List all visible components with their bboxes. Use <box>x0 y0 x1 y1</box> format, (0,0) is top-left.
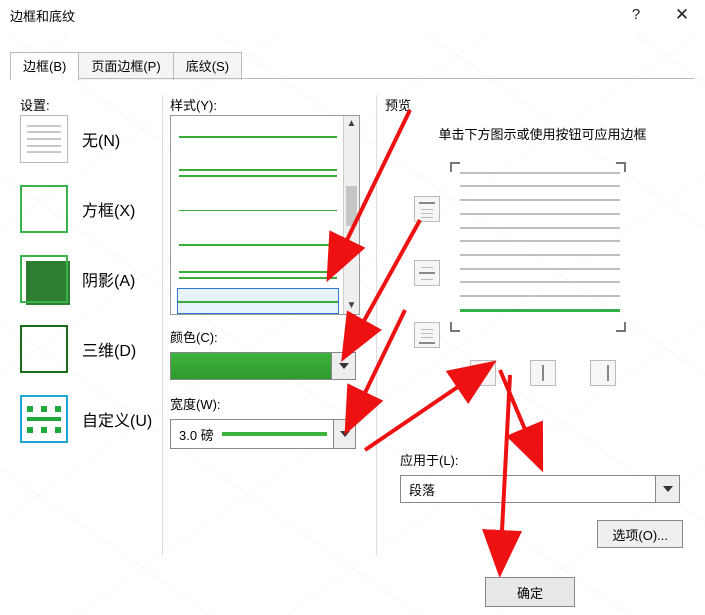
chevron-down-icon <box>663 486 673 492</box>
tab-page-borders[interactable]: 页面边框(P) <box>78 52 173 80</box>
apply-to-row: 应用于(L): 段落 <box>400 450 685 503</box>
titlebar: 边框和底纹 ? ✕ <box>0 0 705 34</box>
edge-vmiddle-button[interactable] <box>530 360 556 386</box>
apply-to-dropdown-button[interactable] <box>655 476 679 502</box>
color-dropdown-button[interactable] <box>332 352 356 380</box>
tab-page-borders-label: 页面边框(P) <box>91 59 160 74</box>
preview-panel: 单击下方图示或使用按钮可应用边框 <box>380 95 685 382</box>
help-button[interactable]: ? <box>613 0 659 30</box>
chevron-down-icon <box>339 363 349 369</box>
style-panel: ▲ ▼ 颜色(C): 宽度(W): 3.0 磅 <box>170 115 360 449</box>
tab-underline <box>10 78 695 79</box>
setting-3d[interactable]: 三维(D) <box>20 325 160 373</box>
apply-to-label: 应用于(L): <box>400 450 685 469</box>
width-label: 宽度(W): <box>170 394 360 413</box>
chevron-down-icon <box>340 431 350 437</box>
setting-3d-thumb <box>20 325 68 373</box>
setting-box[interactable]: 方框(X) <box>20 185 160 233</box>
style-option-1[interactable] <box>179 126 337 148</box>
preview-paragraph[interactable] <box>460 172 620 312</box>
scroll-down-icon[interactable]: ▼ <box>344 298 359 314</box>
edge-top-button[interactable] <box>414 196 440 222</box>
tab-shading[interactable]: 底纹(S) <box>173 52 242 80</box>
setting-shadow-label: 阴影(A) <box>82 267 135 291</box>
scroll-up-icon[interactable]: ▲ <box>344 116 359 132</box>
setting-custom[interactable]: 自定义(U) <box>20 395 160 443</box>
setting-shadow[interactable]: 阴影(A) <box>20 255 160 303</box>
width-value: 3.0 磅 <box>171 425 222 444</box>
color-label: 颜色(C): <box>170 327 360 346</box>
edge-left-button[interactable] <box>470 360 496 386</box>
tab-borders-label: 边框(B) <box>23 59 66 74</box>
separator-1 <box>162 95 163 555</box>
ok-button-label: 确定 <box>517 586 543 601</box>
width-sample-line <box>222 432 327 436</box>
edge-right-button[interactable] <box>590 360 616 386</box>
style-label: 样式(Y): <box>170 95 217 114</box>
tab-borders[interactable]: 边框(B) <box>10 52 79 80</box>
width-dropdown-button[interactable] <box>333 420 355 448</box>
style-scrollbar[interactable]: ▲ ▼ <box>343 116 359 314</box>
style-option-3[interactable] <box>179 200 337 222</box>
style-option-4[interactable] <box>179 234 337 256</box>
setting-shadow-thumb <box>20 255 68 303</box>
setting-none-thumb <box>20 115 68 163</box>
options-button[interactable]: 选项(O)... <box>597 520 683 548</box>
preview-hint: 单击下方图示或使用按钮可应用边框 <box>420 125 665 146</box>
tab-shading-label: 底纹(S) <box>186 59 229 74</box>
settings-label: 设置: <box>20 95 50 114</box>
style-listbox[interactable]: ▲ ▼ <box>170 115 360 315</box>
ok-button[interactable]: 确定 <box>485 577 575 607</box>
edge-bottom-button[interactable] <box>414 322 440 348</box>
edge-hmiddle-button[interactable] <box>414 260 440 286</box>
close-button[interactable]: ✕ <box>659 0 705 30</box>
style-option-5[interactable] <box>179 264 337 286</box>
apply-to-value: 段落 <box>401 480 655 499</box>
style-option-2[interactable] <box>179 162 337 184</box>
setting-box-thumb <box>20 185 68 233</box>
setting-3d-label: 三维(D) <box>82 337 136 361</box>
style-option-selected[interactable] <box>177 288 339 314</box>
setting-none[interactable]: 无(N) <box>20 115 160 163</box>
width-dropdown[interactable]: 3.0 磅 <box>170 419 356 449</box>
setting-custom-thumb <box>20 395 68 443</box>
setting-none-label: 无(N) <box>82 127 120 151</box>
options-button-label: 选项(O)... <box>612 528 668 543</box>
apply-to-select[interactable]: 段落 <box>400 475 680 503</box>
preview-area[interactable] <box>400 162 660 382</box>
tab-strip: 边框(B) 页面边框(P) 底纹(S) <box>10 50 241 80</box>
crop-mark-bl <box>450 318 464 332</box>
window-title: 边框和底纹 <box>10 6 75 25</box>
crop-mark-br <box>612 318 626 332</box>
setting-custom-label: 自定义(U) <box>82 407 152 431</box>
scroll-thumb[interactable] <box>346 186 357 226</box>
color-swatch[interactable] <box>170 352 332 380</box>
separator-2 <box>376 95 377 555</box>
setting-box-label: 方框(X) <box>82 197 135 221</box>
settings-column: 无(N) 方框(X) 阴影(A) 三维(D) 自定义(U) <box>20 115 160 465</box>
